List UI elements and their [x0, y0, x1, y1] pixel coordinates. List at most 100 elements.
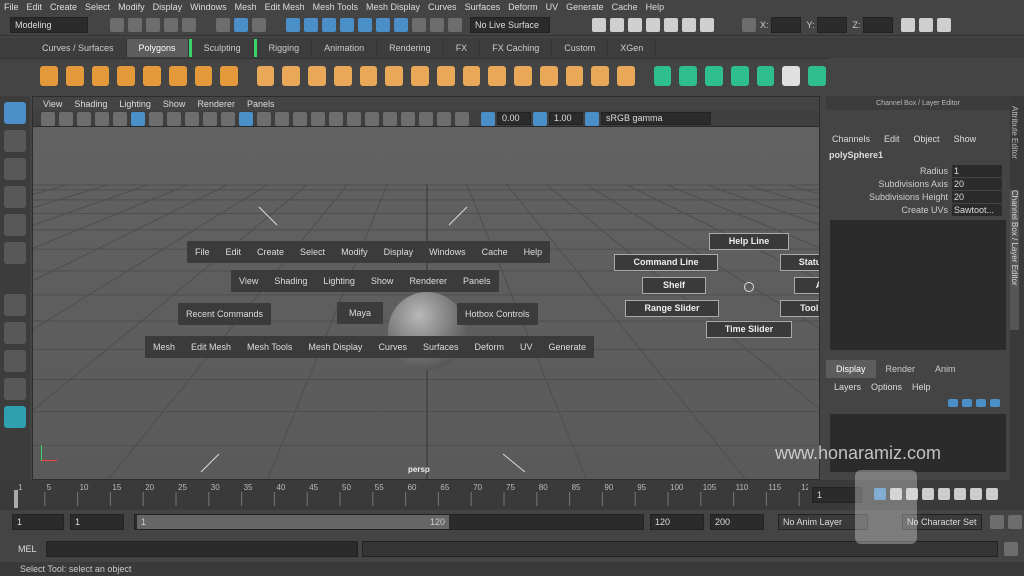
- shelf-tab-1[interactable]: Polygons: [126, 39, 189, 57]
- ao-icon[interactable]: [329, 111, 343, 126]
- hotbox-mesh-tools[interactable]: Mesh Tools: [239, 342, 300, 352]
- wireframe-icon[interactable]: [221, 111, 235, 126]
- shelf-tab-9[interactable]: XGen: [608, 39, 657, 57]
- radial-range-slider[interactable]: Range Slider: [625, 300, 719, 317]
- hotbox-lighting[interactable]: Lighting: [315, 276, 363, 286]
- select-tool-icon[interactable]: [4, 102, 26, 124]
- bridge-icon[interactable]: [436, 65, 455, 86]
- layer-new-icon[interactable]: [948, 399, 958, 407]
- hotbox-maya[interactable]: Maya: [337, 302, 384, 324]
- hotbox-file[interactable]: File: [187, 247, 218, 257]
- image-plane-icon[interactable]: [95, 111, 109, 126]
- poly-cone-icon[interactable]: [117, 65, 135, 86]
- play-back-icon[interactable]: [922, 488, 934, 500]
- radial-attributes[interactable]: Attributes: [794, 277, 819, 294]
- menu-file[interactable]: File: [0, 0, 23, 14]
- scene-view[interactable]: persp File Edit Create Select Modify Display W…: [33, 127, 819, 479]
- shelf-tab-4[interactable]: Animation: [312, 39, 378, 57]
- shelf-tab-6[interactable]: FX: [444, 39, 481, 57]
- hotbox-modify[interactable]: Modify: [333, 247, 376, 257]
- ipr-icon[interactable]: [628, 17, 642, 32]
- open-scene-icon[interactable]: [128, 17, 142, 32]
- snap-grid-icon[interactable]: [286, 17, 300, 32]
- magnet-icon[interactable]: [448, 17, 462, 32]
- attribute-value[interactable]: 1: [952, 164, 1002, 177]
- camera-attr-icon[interactable]: [59, 111, 73, 126]
- safe-action-icon[interactable]: [203, 111, 217, 126]
- script-editor-icon[interactable]: [1004, 542, 1018, 556]
- shelf-tab-3[interactable]: Rigging: [253, 39, 313, 57]
- snap-live-icon[interactable]: [376, 17, 390, 32]
- colorspace-select[interactable]: sRGB gamma: [601, 112, 711, 125]
- sidebar-toggle-icon[interactable]: [900, 17, 915, 32]
- scale-tool-icon[interactable]: [4, 242, 26, 264]
- layer-move-up-icon[interactable]: [976, 399, 986, 407]
- menu-mesh-display[interactable]: Mesh Display: [362, 0, 424, 14]
- menu-windows[interactable]: Windows: [186, 0, 231, 14]
- layer-menu-help[interactable]: Help: [912, 382, 931, 392]
- attribute-value[interactable]: 20: [952, 190, 1002, 203]
- render-setup-icon[interactable]: [700, 17, 714, 32]
- layer-move-down-icon[interactable]: [990, 399, 1000, 407]
- layer-tab-display[interactable]: Display: [826, 360, 876, 378]
- go-end-icon[interactable]: [986, 488, 998, 500]
- live-surface-field[interactable]: No Live Surface: [470, 16, 550, 33]
- range-bar[interactable]: 1 120: [134, 514, 644, 530]
- channel-menu-edit[interactable]: Edit: [884, 134, 900, 144]
- menu-select[interactable]: Select: [81, 0, 114, 14]
- checker-icon[interactable]: [617, 65, 635, 86]
- attribute-row[interactable]: Subdivisions Axis 20: [826, 177, 1010, 190]
- poly-cylinder-icon[interactable]: [91, 65, 110, 86]
- hotbox-edit-mesh[interactable]: Edit Mesh: [183, 342, 239, 352]
- hotbox-surfaces[interactable]: Surfaces: [415, 342, 467, 352]
- hotbox-select[interactable]: Select: [292, 247, 333, 257]
- rotate-tool-icon[interactable]: [4, 214, 26, 236]
- z-field[interactable]: [862, 16, 893, 33]
- hotbox-create[interactable]: Create: [249, 247, 292, 257]
- menu-deform[interactable]: Deform: [504, 0, 542, 14]
- poly-plane-icon[interactable]: [143, 65, 161, 86]
- default-material-icon[interactable]: [257, 111, 271, 126]
- uv-planar-icon[interactable]: [653, 65, 672, 86]
- hotbox-display[interactable]: Display: [376, 247, 422, 257]
- panel-menu-shading[interactable]: Shading: [68, 97, 113, 111]
- menu-help[interactable]: Help: [642, 0, 669, 14]
- layer-new-selected-icon[interactable]: [962, 399, 972, 407]
- uv-checker-icon[interactable]: [782, 65, 801, 86]
- resolution-gate-icon[interactable]: [149, 111, 163, 126]
- uv-editor-icon[interactable]: [756, 65, 775, 86]
- step-forward-key-icon[interactable]: [970, 488, 982, 500]
- graph-pane-icon[interactable]: [4, 378, 26, 400]
- script-language-label[interactable]: MEL: [18, 544, 46, 554]
- channel-menu-show[interactable]: Show: [954, 134, 977, 144]
- hotbox-curves[interactable]: Curves: [370, 342, 415, 352]
- outliner-pane-icon[interactable]: [4, 350, 26, 372]
- uv-cylindrical-icon[interactable]: [679, 65, 698, 86]
- transform-icon[interactable]: [742, 17, 756, 32]
- command-input[interactable]: [46, 541, 358, 557]
- hotbox-edit[interactable]: Edit: [218, 247, 250, 257]
- uv-layout-icon[interactable]: [808, 65, 826, 86]
- hotbox-mesh[interactable]: Mesh: [145, 342, 183, 352]
- hotbox-deform[interactable]: Deform: [466, 342, 512, 352]
- isolate-icon[interactable]: [401, 111, 415, 126]
- exposure-icon[interactable]: [481, 111, 495, 126]
- snap-curve-icon[interactable]: [304, 17, 318, 32]
- poly-sphere-icon[interactable]: [40, 65, 58, 86]
- layer-tab-anim[interactable]: Anim: [925, 360, 966, 378]
- history-icon[interactable]: [412, 17, 426, 32]
- poly-pyramid-icon[interactable]: [194, 65, 213, 86]
- select-component-icon[interactable]: [252, 17, 266, 32]
- backface-icon[interactable]: [455, 111, 469, 126]
- snap-point-icon[interactable]: [322, 17, 336, 32]
- menu-display[interactable]: Display: [149, 0, 187, 14]
- attribute-row[interactable]: Subdivisions Height 20: [826, 190, 1010, 203]
- x-field[interactable]: [770, 16, 801, 33]
- aa-icon[interactable]: [365, 111, 379, 126]
- mirror-icon[interactable]: [359, 65, 378, 86]
- lasso-tool-icon[interactable]: [4, 130, 26, 152]
- shelf-tab-7[interactable]: FX Caching: [480, 39, 553, 57]
- step-forward-icon[interactable]: [954, 488, 966, 500]
- time-ruler[interactable]: 1 5 10 15 20 25 30 35 40 45 50 55 60 65 70 75 80 85 90 95 10…: [12, 480, 808, 510]
- hypershade-icon[interactable]: [664, 17, 678, 32]
